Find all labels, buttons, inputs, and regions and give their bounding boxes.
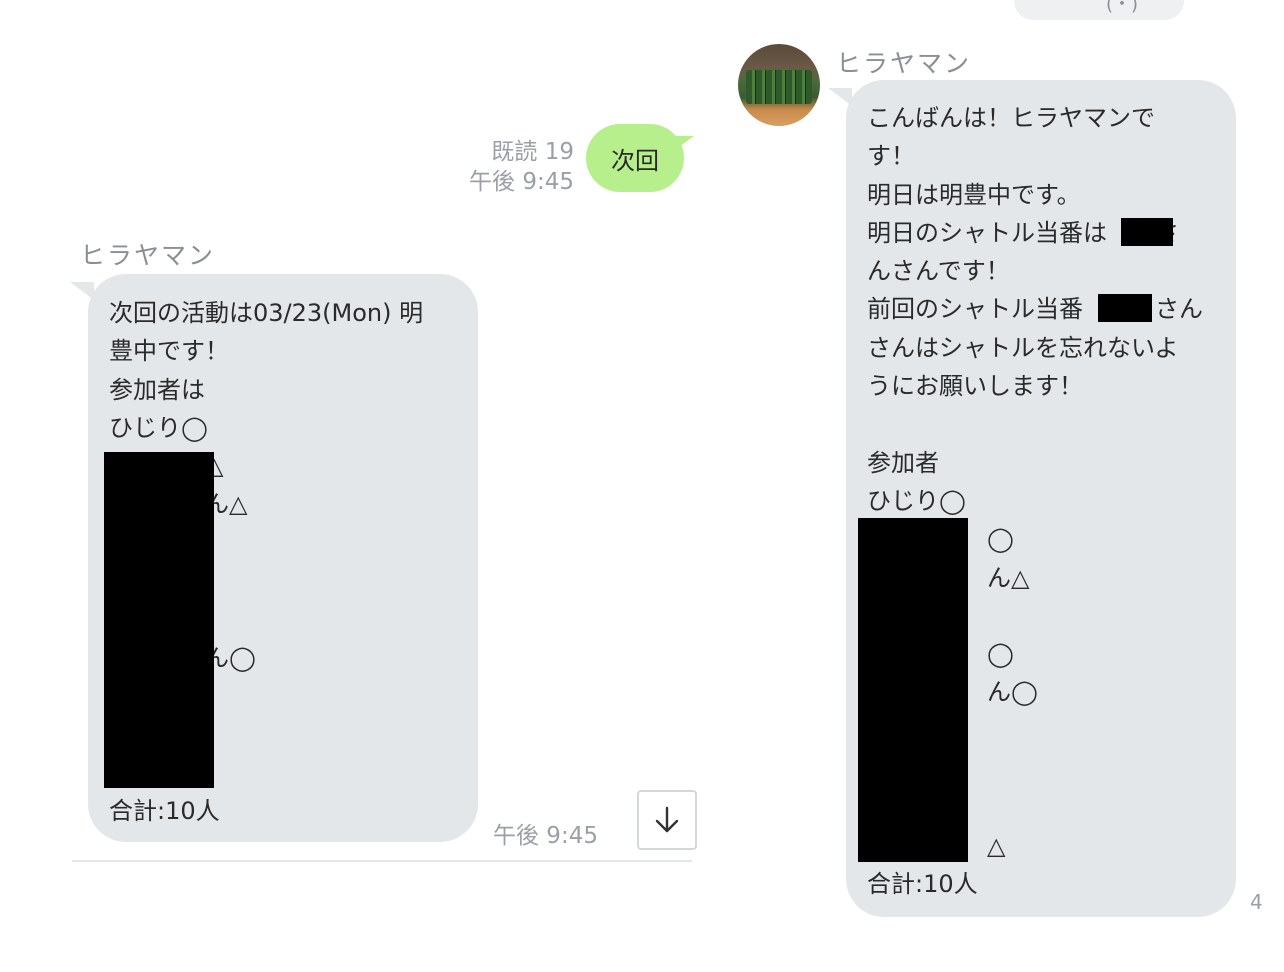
message-line: ひじり◯	[109, 413, 208, 442]
sent-time: 午後 9:45	[469, 169, 574, 195]
message-line: 明日は明豊中です。	[867, 180, 1081, 209]
message-line: ひじり◯	[867, 486, 966, 515]
arrow-down-icon	[655, 806, 679, 833]
message-line: 参加者	[867, 448, 939, 477]
top-pill-text: (・)	[1106, 0, 1139, 15]
redaction-block	[858, 518, 968, 862]
message-total: 合計:10人	[867, 869, 978, 898]
redaction-block	[1121, 218, 1173, 246]
scroll-to-bottom-button[interactable]	[637, 790, 697, 850]
message-line: す！	[867, 142, 915, 171]
redaction-block	[104, 452, 214, 788]
sender-name: ヒラヤマン	[836, 49, 972, 78]
message-line: こんばんは！ヒラヤマンで	[867, 104, 1155, 132]
received-time: 午後 9:45	[493, 823, 598, 849]
avatar-photo	[746, 70, 812, 104]
message-line: 前回のシャトル当番 さん	[867, 295, 1203, 324]
top-partial-pill: (・)	[1014, 0, 1184, 20]
message-line	[867, 405, 1236, 443]
message-line: 明日のシャトル当番は さ	[867, 218, 1179, 247]
sent-message-meta: 既読 19 午後 9:45	[430, 137, 574, 197]
sent-message-bubble[interactable]: 次回	[586, 124, 684, 192]
message-total: 合計:10人	[109, 796, 220, 825]
divider	[72, 860, 692, 862]
message-line: 豊中です！	[109, 337, 229, 366]
read-count: 既読 19	[491, 139, 574, 165]
message-line: んさんです！	[867, 257, 1010, 286]
sender-avatar[interactable]	[738, 44, 820, 126]
message-line: 参加者は	[109, 375, 205, 404]
sender-name: ヒラヤマン	[80, 241, 216, 270]
redaction-block	[1098, 294, 1152, 322]
message-line: さんはシャトルを忘れないよ	[867, 333, 1179, 362]
message-line: うにお願いします！	[867, 372, 1083, 401]
edge-char: 4	[1250, 890, 1263, 914]
message-line: 次回の活動は03/23(Mon) 明	[109, 299, 424, 327]
sent-message-text: 次回	[611, 146, 659, 175]
